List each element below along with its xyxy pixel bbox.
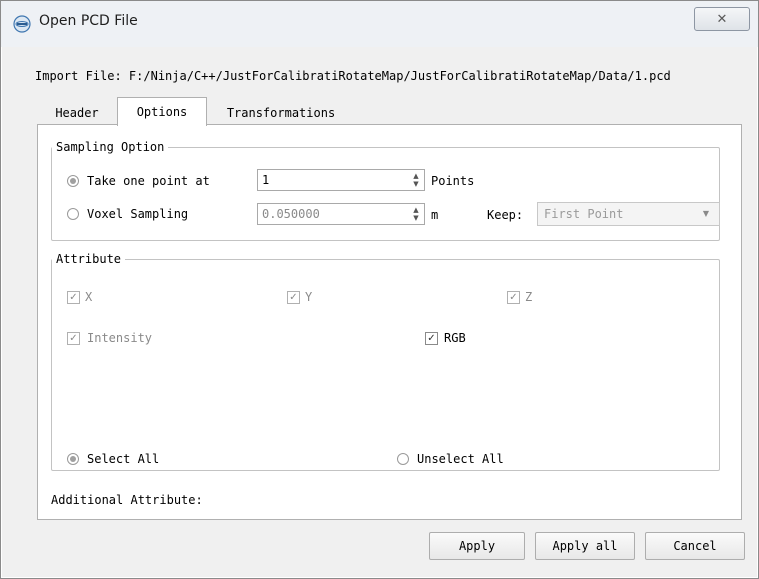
radio-selected-dot: [70, 178, 76, 184]
keep-select-value: First Point: [544, 207, 624, 221]
rgb-checkbox[interactable]: ✓: [425, 332, 438, 345]
points-value: 1: [262, 173, 270, 187]
close-icon: ✕: [716, 11, 728, 27]
window-title: Open PCD File: [39, 13, 138, 29]
voxel-size-value: 0.050000: [262, 207, 320, 221]
tab-transformations[interactable]: Transformations: [211, 101, 351, 125]
unselect-all-radio[interactable]: [397, 453, 409, 465]
rgb-label: RGB: [444, 331, 466, 345]
chevron-down-icon: ▼: [702, 209, 709, 218]
x-label: X: [85, 290, 93, 304]
radio-selected-dot: [70, 456, 76, 462]
points-spinbox[interactable]: 1 ▲ ▼: [257, 169, 425, 191]
z-checkbox[interactable]: ✓: [507, 291, 520, 304]
spin-arrows-icon[interactable]: ▲ ▼: [410, 172, 422, 188]
attribute-group: Attribute: [51, 251, 720, 471]
title-bar[interactable]: Open PCD File ✕: [1, 1, 758, 47]
y-checkbox[interactable]: ✓: [287, 291, 300, 304]
apply-all-button[interactable]: Apply all: [535, 532, 635, 560]
voxel-sampling-radio[interactable]: [67, 208, 79, 220]
keep-label: Keep:: [487, 208, 524, 222]
tab-options[interactable]: Options: [117, 97, 207, 126]
cancel-button[interactable]: Cancel: [645, 532, 745, 560]
points-unit-label: Points: [431, 174, 475, 188]
voxel-size-spinbox[interactable]: 0.050000 ▲ ▼: [257, 203, 425, 225]
keep-select[interactable]: First Point ▼: [537, 202, 720, 226]
app-icon: [13, 15, 31, 33]
y-label: Y: [305, 290, 313, 304]
x-checkbox[interactable]: ✓: [67, 291, 80, 304]
additional-attribute-label: Additional Attribute:: [51, 493, 203, 507]
select-all-radio[interactable]: [67, 453, 79, 465]
voxel-unit-label: m: [431, 208, 439, 222]
sampling-option-legend: Sampling Option: [52, 139, 169, 155]
tab-header[interactable]: Header: [47, 101, 107, 125]
select-all-label: Select All: [87, 452, 160, 466]
close-button[interactable]: ✕: [694, 7, 750, 31]
intensity-label: Intensity: [87, 331, 153, 345]
open-pcd-dialog: Open PCD File ✕ Import File: F:/Ninja/C+…: [0, 0, 759, 579]
take-one-point-label: Take one point at: [87, 174, 210, 188]
sampling-option-group: Sampling Option: [51, 139, 720, 241]
voxel-sampling-label: Voxel Sampling: [87, 207, 189, 221]
unselect-all-label: Unselect All: [417, 452, 504, 466]
intensity-checkbox[interactable]: ✓: [67, 332, 80, 345]
z-label: Z: [525, 290, 533, 304]
take-one-point-radio[interactable]: [67, 175, 79, 187]
spin-arrows-icon[interactable]: ▲ ▼: [410, 206, 422, 222]
apply-button[interactable]: Apply: [429, 532, 525, 560]
attribute-legend: Attribute: [52, 251, 126, 267]
import-file-label: Import File: F:/Ninja/C++/JustForCalibra…: [35, 69, 671, 83]
